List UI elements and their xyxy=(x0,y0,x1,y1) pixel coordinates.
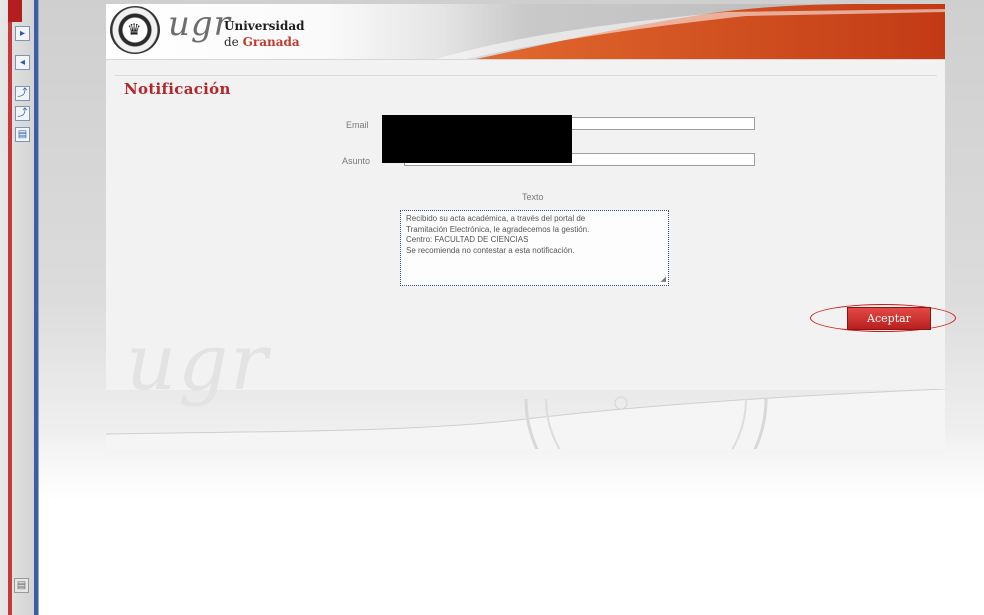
university-crest-icon: ♛ xyxy=(110,6,160,54)
arrow-icon[interactable]: ◂ xyxy=(15,55,30,70)
university-name: Universidad xyxy=(224,19,305,33)
form-icon[interactable]: ▤ xyxy=(15,127,30,142)
arrow-icon[interactable]: ▸ xyxy=(15,26,30,41)
university-city: Granada xyxy=(242,35,300,49)
message-line: Recibido su acta académica, a través del… xyxy=(406,214,586,223)
toolbar-red-tab xyxy=(8,0,22,22)
email-label: Email xyxy=(346,120,369,130)
message-line: Tramitación Electrónica, le agradecemos … xyxy=(406,224,590,234)
toolbar-blue-edge xyxy=(34,0,38,615)
left-toolbar: ▸ ◂ ⤴ ⤴ ▤ ▤ xyxy=(0,0,39,615)
university-de: de xyxy=(224,35,239,49)
scroll-icon[interactable]: ▤ xyxy=(14,578,29,593)
ugr-logo-text: ugr xyxy=(168,4,231,44)
asunto-label: Asunto xyxy=(342,156,371,166)
up-arrow-icon[interactable]: ⤴ xyxy=(15,86,30,101)
panel-footer xyxy=(106,389,945,449)
panel-divider xyxy=(114,75,937,76)
seal-watermark-icon xyxy=(106,389,945,449)
page-title: Notificación xyxy=(124,80,231,98)
redaction-box xyxy=(382,115,572,163)
toolbar-red-strip xyxy=(8,22,12,615)
message-line: Centro: FACULTAD DE CIENCIAS xyxy=(406,235,529,244)
message-textarea[interactable]: Recibido su acta académica, a través del… xyxy=(400,210,669,286)
notification-panel: Notificación Email Asunto Texto Recibido… xyxy=(106,59,956,408)
texto-label: Texto xyxy=(522,192,544,202)
message-line: Se recomienda no contestar a esta notifi… xyxy=(406,245,575,255)
resize-grip-icon[interactable]: ◢ xyxy=(661,276,666,283)
site-header: ♛ ugr Universidad de Granada xyxy=(106,4,945,59)
up-arrow-icon[interactable]: ⤴ xyxy=(15,106,30,121)
accept-button[interactable]: Aceptar xyxy=(847,307,931,330)
university-city-line: de Granada xyxy=(224,35,300,49)
